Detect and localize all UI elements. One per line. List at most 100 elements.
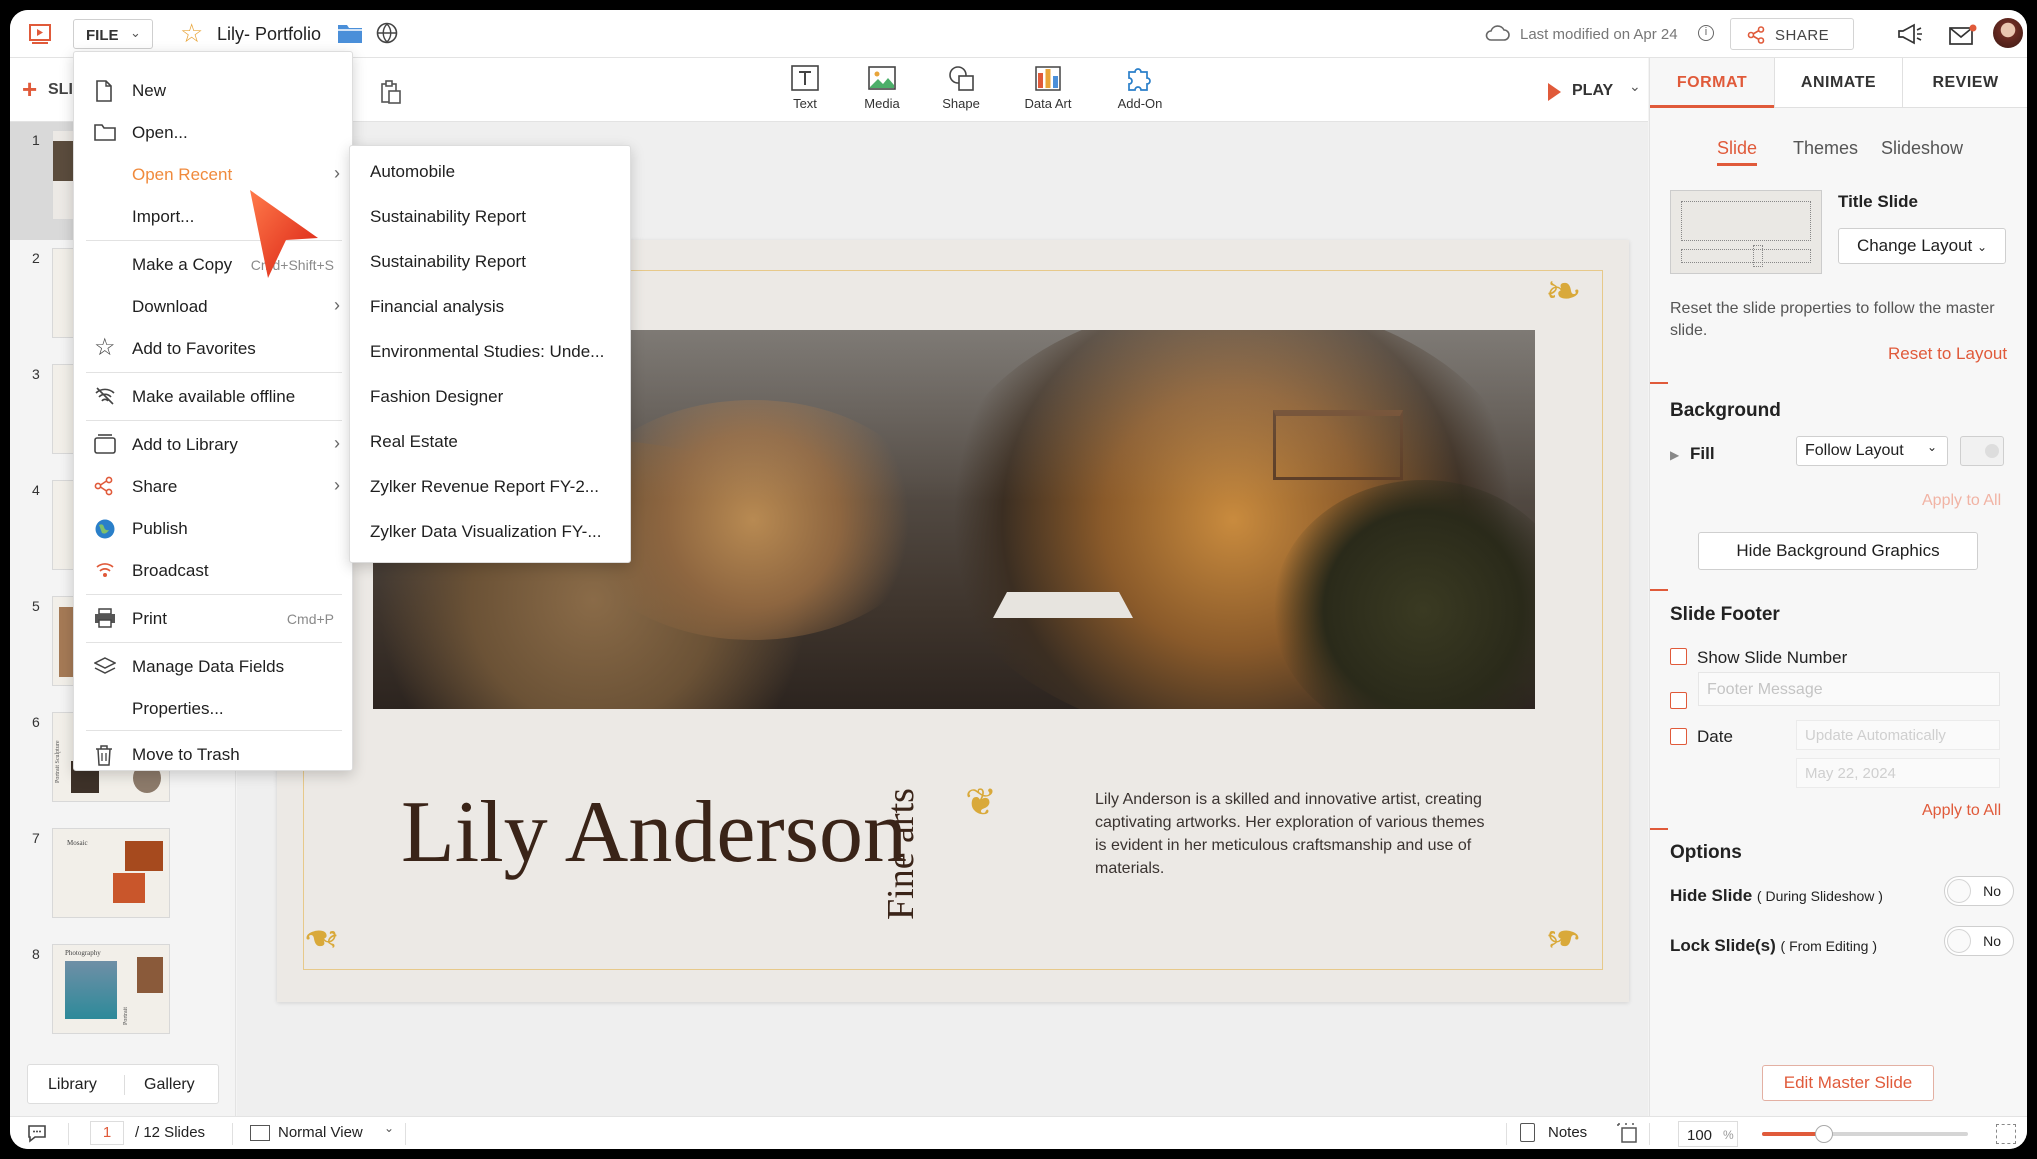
page-number-input[interactable]: 1 [90,1121,124,1145]
menu-item-broadcast[interactable]: Broadcast [74,550,354,590]
library-button[interactable]: Library [48,1076,97,1094]
text-tool[interactable]: Text [765,64,845,111]
paste-icon[interactable] [380,80,402,104]
zoom-input[interactable]: 100 % [1678,1121,1738,1147]
menu-item-download[interactable]: Download › [74,286,354,326]
menu-item-share[interactable]: Share › [74,466,354,506]
total-slides: / 12 Slides [135,1124,206,1141]
slide-number: 8 [32,946,40,962]
footer-placeholder: Footer Message [1707,681,1823,698]
corner-ornament-bottom-right: ❧ [1545,913,1582,962]
menu-item-add-to-favorites[interactable]: ☆ Add to Favorites [74,328,354,368]
date-mode-select: Update Automatically [1796,720,2000,750]
gallery-button[interactable]: Gallery [144,1076,195,1094]
chat-icon[interactable] [26,1122,48,1144]
slide-body-text[interactable]: Lily Anderson is a skilled and innovativ… [1095,788,1495,880]
announcement-icon[interactable] [1896,22,1924,46]
footer-message-input[interactable]: Footer Message [1698,672,2000,706]
share-button[interactable]: SHARE [1730,18,1854,50]
menu-item-manage-data-fields[interactable]: Manage Data Fields [74,646,354,686]
zoom-slider-handle[interactable] [1814,1125,1833,1143]
slide-thumb-8[interactable]: 8 Photography Portrait [10,936,236,1052]
hide-slide-label: Hide Slide ( During Slideshow ) [1670,886,1883,905]
footer-message-checkbox[interactable] [1670,692,1687,709]
date-mode-value: Update Automatically [1805,727,1946,744]
show-slide-number-checkbox[interactable] [1670,648,1687,665]
globe-icon[interactable] [376,22,398,44]
recent-file-item[interactable]: Fashion Designer [370,387,503,407]
media-tool[interactable]: Media [842,64,922,111]
tab-review[interactable]: REVIEW [1902,58,2027,108]
menu-item-open[interactable]: Open... [74,112,354,152]
zoom-slider[interactable] [1762,1125,1968,1143]
recent-file-item[interactable]: Zylker Data Visualization FY-... [370,522,601,542]
puzzle-icon [1128,68,1151,91]
menu-label: Broadcast [132,561,209,580]
play-button[interactable]: PLAY [1534,80,1624,104]
menu-item-move-to-trash[interactable]: Move to Trash [74,734,354,774]
slide-title[interactable]: Lily Anderson [401,782,907,883]
date-checkbox[interactable] [1670,728,1687,745]
menu-item-properties[interactable]: Properties... [74,688,354,728]
mail-icon[interactable] [1949,24,1977,46]
reset-to-layout-link[interactable]: Reset to Layout [1888,344,2007,364]
star-icon: ☆ [94,334,116,361]
edit-master-slide-button[interactable]: Edit Master Slide [1762,1065,1934,1101]
layout-name: Title Slide [1838,192,1918,211]
view-selector[interactable]: Normal View ⌄ [278,1121,398,1144]
fill-label: Fill [1690,444,1715,463]
document-title[interactable]: Lily- Portfolio [217,24,321,45]
menu-item-publish[interactable]: Publish [74,508,354,548]
menu-item-new[interactable]: New [74,70,354,110]
slide-thumb-7[interactable]: 7 Mosaic [10,820,236,936]
fill-select[interactable]: Follow Layout ⌄ [1796,436,1948,466]
tab-animate[interactable]: ANIMATE [1774,58,1902,108]
recent-file-item[interactable]: Financial analysis [370,297,504,317]
recent-file-item[interactable]: Sustainability Report [370,252,526,272]
recent-file-item[interactable]: Real Estate [370,432,458,452]
folder-icon[interactable] [337,22,363,44]
menu-item-add-to-library[interactable]: Add to Library › [74,424,354,464]
recent-file-item[interactable]: Zylker Revenue Report FY-2... [370,477,599,497]
subtab-themes[interactable]: Themes [1793,138,1858,159]
fit-to-screen-icon[interactable] [1996,1124,2016,1144]
menu-label: Download [132,297,208,316]
info-icon[interactable]: i [1698,25,1714,41]
menu-label: Open Recent [132,165,233,184]
subtab-slideshow[interactable]: Slideshow [1881,138,1963,159]
tab-format[interactable]: FORMAT [1650,58,1774,108]
thumb-title: Mosaic [67,839,88,847]
add-on-tool[interactable]: Add-On [1100,64,1180,111]
apply-to-all-link[interactable]: Apply to All [1922,802,2001,820]
menu-item-print[interactable]: Print Cmd+P [74,598,354,638]
cloud-icon [1484,24,1510,42]
menu-label: Properties... [132,699,224,718]
hide-slide-toggle[interactable]: No [1944,876,2014,906]
data-art-icon [1035,66,1061,91]
user-avatar[interactable] [1993,18,2023,48]
change-layout-button[interactable]: Change Layout ⌄ [1838,228,2006,264]
recent-file-item[interactable]: Sustainability Report [370,207,526,227]
layers-icon [93,656,117,678]
shape-tool[interactable]: Shape [921,64,1001,111]
favorite-star-icon[interactable]: ☆ [180,18,203,49]
notes-button[interactable]: Notes [1520,1123,1590,1145]
play-options-chevron-icon[interactable]: ⌄ [1629,78,1641,95]
hide-background-graphics-button[interactable]: Hide Background Graphics [1698,532,1978,570]
slide-sorter-icon[interactable] [1616,1122,1638,1144]
menu-label: Publish [132,519,188,538]
vertical-text-box[interactable]: Fine arts [875,754,925,924]
lock-slide-toggle[interactable]: No [1944,926,2014,956]
broadcast-icon [94,560,116,582]
recent-file-item[interactable]: Automobile [370,162,455,182]
menu-item-offline[interactable]: Make available offline [74,376,354,416]
recent-file-item[interactable]: Environmental Studies: Unde... [370,342,604,362]
app-logo-icon[interactable] [28,22,52,46]
view-label: Normal View [278,1124,363,1141]
subtab-slide[interactable]: Slide [1717,138,1758,166]
fill-color-swatch[interactable] [1960,436,2004,466]
fill-expand-icon[interactable]: ▶ [1670,448,1679,462]
data-art-tool[interactable]: Data Art [1008,64,1088,111]
file-button[interactable]: FILE ⌄ [73,19,153,49]
layout-preview[interactable] [1670,190,1822,274]
